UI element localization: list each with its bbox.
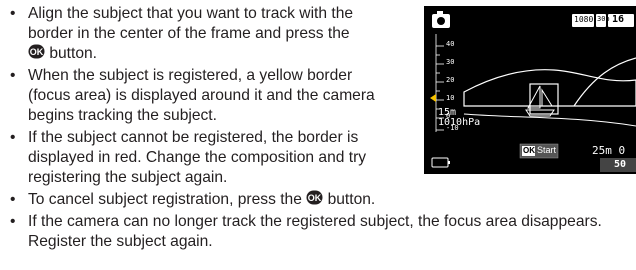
bullet-text: When the subject is registered, a yellow…: [28, 66, 375, 126]
bullet-dot: •: [10, 191, 16, 208]
bullet-line: registering the subject again.: [28, 169, 228, 186]
bullet-line: To cancel subject registration, press th…: [28, 190, 376, 208]
pressure-readout: 1010hPa: [438, 117, 481, 128]
bullet-line: begins tracking the subject.: [28, 107, 217, 124]
camera-lcd-preview: 1080 30p 16 40 30 20 10 0 -10 15m 1010hP…: [424, 6, 636, 174]
ok-button-icon: OK: [28, 44, 45, 59]
bullet-line: When the subject is registered, a yellow…: [28, 67, 353, 84]
bullet-dot: •: [10, 5, 16, 22]
bullet-dot: •: [10, 67, 16, 84]
ok-start-label: Start: [537, 145, 557, 155]
bullet-text: If the subject cannot be registered, the…: [28, 128, 366, 188]
scale-pointer: [430, 94, 436, 102]
bullet-line: Register the subject again.: [28, 233, 213, 250]
bullet-line: border in the center of the frame and pr…: [28, 25, 350, 42]
bullet-line: If the camera can no longer track the re…: [28, 213, 602, 230]
scale-label-10: 10: [446, 94, 455, 102]
shots-counter: 50: [614, 159, 627, 170]
distant-hills: [463, 69, 636, 107]
bullet-line: displayed in red. Change the composition…: [28, 149, 367, 166]
ok-button-icon: OK: [306, 190, 323, 205]
bullet-line: OK button.: [28, 44, 98, 62]
bullet-line: Align the subject that you want to track…: [28, 5, 354, 22]
svg-text:OK: OK: [308, 193, 322, 203]
bullet-line: If the subject cannot be registered, the…: [28, 129, 359, 146]
bullet-dot: •: [10, 213, 16, 230]
bullet-line: (focus area) is displayed around it and …: [28, 87, 375, 104]
ok-start-prefix: OK: [523, 146, 535, 155]
remaining-time: 25m 0: [592, 144, 626, 157]
bullet-text: To cancel subject registration, press th…: [28, 190, 375, 210]
svg-text:OK: OK: [30, 47, 44, 57]
scale-label-20: 20: [446, 76, 455, 84]
camera-mode-icon: [432, 11, 450, 28]
video-badge: 1080: [574, 15, 594, 24]
battery-icon: [431, 157, 450, 168]
video-badge-sub: 30p: [597, 15, 610, 23]
bullet-text: If the camera can no longer track the re…: [28, 212, 602, 252]
scale-label-40: 40: [446, 40, 455, 48]
mountain-right: [573, 57, 636, 107]
scale-label-30: 30: [446, 58, 455, 66]
bullet-dot: •: [10, 129, 16, 146]
image-size-badge: 16: [612, 14, 625, 25]
bullet-text: Align the subject that you want to track…: [28, 4, 353, 64]
